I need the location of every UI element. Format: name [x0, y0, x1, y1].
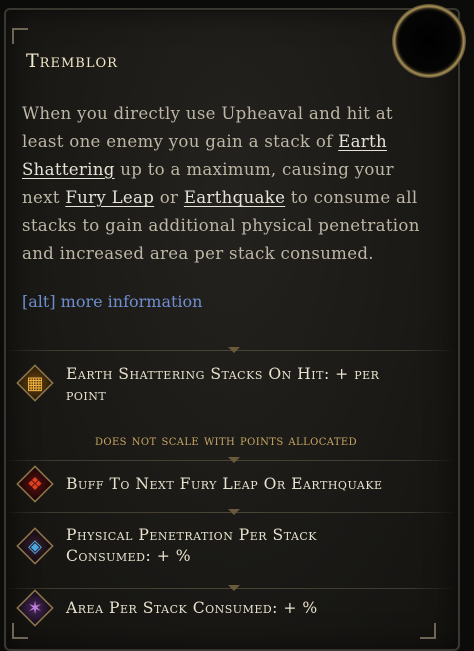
stat-label: Earth Shattering Stacks On Hit: + per poi… — [66, 364, 379, 406]
stat-label: Area Per Stack Consumed: + % — [66, 599, 318, 617]
area-icon: ✶ — [27, 597, 43, 619]
stat-label-line1: Physical Penetration Per Stack — [66, 526, 318, 544]
separator — [4, 507, 456, 519]
stat-label: Physical Penetration Per Stack Consumed: … — [66, 525, 317, 567]
stat-row-buff: ❖ Buff To Next Fury Leap Or Earthquake — [4, 465, 456, 507]
stat-label-line2: point — [66, 386, 107, 404]
stat-label-line2: Consumed: + % — [66, 547, 192, 565]
physical-penetration-icon: ◈ — [28, 535, 42, 557]
tooltip-description: When you directly use Upheaval and hit a… — [22, 100, 432, 268]
description-text: or — [154, 188, 184, 207]
skill-orb-icon — [392, 4, 466, 78]
separator — [4, 455, 456, 467]
scaling-note: does not scale with points allocated — [94, 433, 358, 449]
stat-label: Buff To Next Fury Leap Or Earthquake — [66, 475, 383, 493]
separator — [4, 345, 456, 357]
tooltip-title: Tremblor — [26, 50, 118, 72]
fury-leap-buff-icon: ❖ — [26, 473, 44, 495]
stat-row-penetration: ◈ Physical Penetration Per Stack Consumed… — [4, 519, 456, 581]
stat-row-area: ✶ Area Per Stack Consumed: + % — [4, 589, 456, 631]
stat-row-earth-shattering: ▦ Earth Shattering Stacks On Hit: + per p… — [4, 357, 456, 423]
keyword-fury-leap[interactable]: Fury Leap — [65, 188, 154, 207]
more-information-link[interactable]: [alt] more information — [22, 292, 202, 311]
stat-label-line1: Earth Shattering Stacks On Hit: + per — [66, 365, 380, 383]
frame-corner-top-left — [12, 28, 28, 44]
earth-shattering-icon: ▦ — [26, 372, 44, 394]
keyword-earthquake[interactable]: Earthquake — [184, 188, 285, 207]
